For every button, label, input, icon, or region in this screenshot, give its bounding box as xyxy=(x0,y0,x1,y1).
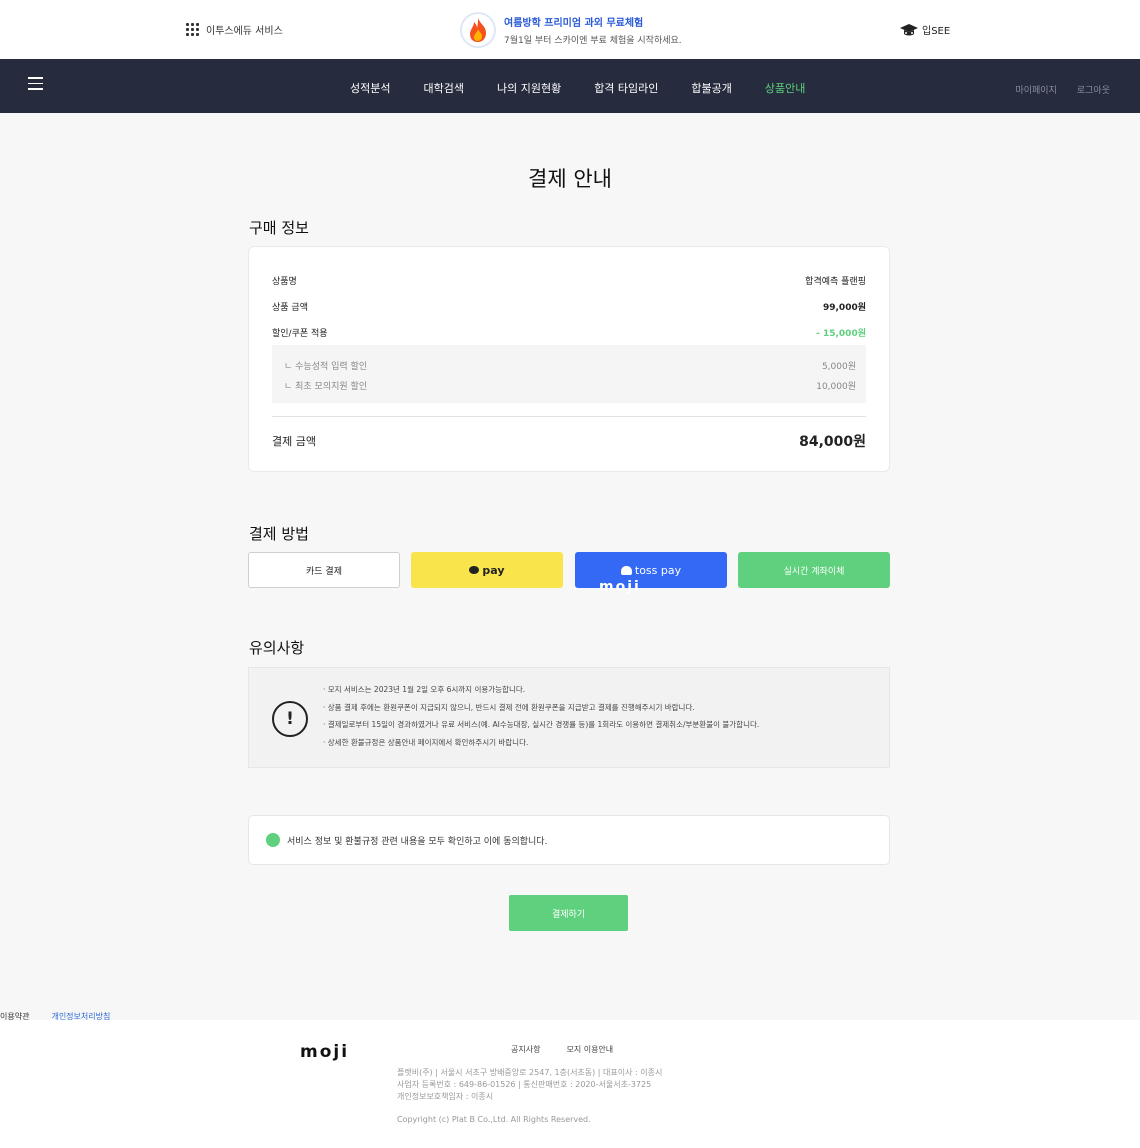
total-row: 결제 금액 84,000원 xyxy=(272,431,866,451)
grid-icon xyxy=(186,23,199,36)
product-value: 합격예측 플랜핑 xyxy=(805,277,866,287)
discount-item-value: 5,000원 xyxy=(821,362,856,372)
purchase-section-title: 구매 정보 xyxy=(249,219,309,237)
company-info-line: 사업자 등록번호 : 649-86-01526 | 통신판매번호 : 2020-… xyxy=(397,1080,652,1089)
nav-menu: 성적분석 대학검색 나의 지원현황 합격 타임라인 합불공개 상품안내 xyxy=(350,80,838,96)
footer-logo: moji xyxy=(300,1042,349,1062)
discount-value: - 15,000원 xyxy=(816,329,866,339)
discount-item-value: 10,000원 xyxy=(816,382,856,392)
price-value: 99,000원 xyxy=(822,303,866,313)
hamburger-menu-icon[interactable] xyxy=(28,77,43,90)
toss-pay-label: toss pay xyxy=(634,563,682,577)
payment-section-title: 결제 방법 xyxy=(249,525,309,543)
discount-item-label: ㄴ 수능성적 입력 할인 xyxy=(284,362,368,372)
brand-link[interactable]: 입SEE xyxy=(900,22,950,37)
discount-item: ㄴ 최초 모의지원 할인 10,000원 xyxy=(284,379,856,392)
nav-item-university-search[interactable]: 대학검색 xyxy=(423,80,463,96)
nav-item-products[interactable]: 상품안내 xyxy=(765,80,805,96)
discount-breakdown: ㄴ 수능성적 입력 할인 5,000원 ㄴ 최초 모의지원 할인 10,000원 xyxy=(272,345,866,403)
toss-logo-icon xyxy=(620,565,632,575)
notice-item: · 상세한 환불규정은 상품안내 페이지에서 확인하주시기 바랍니다. xyxy=(323,737,529,747)
fire-icon xyxy=(460,12,496,48)
price-label: 상품 금액 xyxy=(272,303,308,313)
footer-links: 공지사항 모지 이용안내 xyxy=(511,1044,613,1055)
notice-item: · 결제일로부터 15일이 경과하였거나 유료 서비스(예. AI수능대장, 실… xyxy=(323,720,760,729)
total-label: 결제 금액 xyxy=(272,435,316,448)
edu-service-label: 이투스에듀 서비스 xyxy=(206,26,283,37)
price-row: 상품 금액 99,000원 xyxy=(272,300,866,313)
toss-pay-button[interactable]: toss pay moji xyxy=(575,552,727,595)
nav-item-my-applications[interactable]: 나의 지원현황 xyxy=(497,80,561,96)
mypage-link[interactable]: 마이페이지 xyxy=(1015,83,1056,96)
guide-link[interactable]: 모지 이용안내 xyxy=(566,1044,613,1055)
nav-item-score-analysis[interactable]: 성적분석 xyxy=(350,80,390,96)
discount-label: 할인/쿠폰 적용 xyxy=(272,329,328,339)
purchase-card: 상품명 합격예측 플랜핑 상품 금액 99,000원 할인/쿠폰 적용 - 15… xyxy=(248,246,890,472)
notice-box: ! · 모지 서비스는 2023년 1월 2일 오후 6시까지 이용가능합니다.… xyxy=(248,667,890,768)
company-info: 플랫비(주) | 서울시 서초구 방배중앙로 2547, 1층(서초동) | 대… xyxy=(397,1067,662,1103)
pay-button[interactable]: 결제하기 xyxy=(509,895,628,931)
edu-service-link[interactable]: 이투스에듀 서비스 xyxy=(186,22,283,37)
nav-item-admission-timeline[interactable]: 합격 타임라인 xyxy=(594,80,658,96)
page-title: 결제 안내 xyxy=(528,167,612,191)
company-info-line: 개인정보보호책임자 : 이종시 xyxy=(397,1092,494,1101)
notice-item: · 모지 서비스는 2023년 1월 2일 오후 6시까지 이용가능합니다. xyxy=(323,685,526,694)
promo-title: 여름방학 프리미엄 과외 무료체험 xyxy=(504,18,644,29)
promo-subtitle: 7월1일 부터 스카이엔 부료 체험을 시작하세요. xyxy=(504,36,682,46)
footer-logo-text: moji xyxy=(300,1042,350,1062)
kakao-pay-label: pay xyxy=(482,563,505,577)
total-value: 84,000원 xyxy=(799,434,866,450)
agreement-box[interactable]: 서비스 정보 및 환불규정 관련 내용을 모두 확인하고 이에 동의합니다. xyxy=(248,815,890,865)
agree-checkbox[interactable] xyxy=(266,833,280,847)
company-info-line: 플랫비(주) | 서울시 서초구 방배중앙로 2547, 1층(서초동) | 대… xyxy=(397,1068,663,1077)
discount-item: ㄴ 수능성적 입력 할인 5,000원 xyxy=(284,359,856,372)
notice-item: · 상품 결제 후에는 환원쿠폰이 지급되지 않으니, 반드시 결제 전에 환원… xyxy=(323,702,695,712)
graduation-cap-icon xyxy=(900,23,918,35)
top-bar: 이투스에듀 서비스 여름방학 프리미엄 과외 무료체험 7월1일 부터 스카이엔… xyxy=(0,0,1140,59)
notice-section-title: 유의사항 xyxy=(249,639,305,657)
nav-user-links: 마이페이지 로그아웃 xyxy=(995,83,1110,96)
divider xyxy=(272,416,866,417)
speech-bubble-icon xyxy=(469,566,480,574)
notice-list: · 모지 서비스는 2023년 1월 2일 오후 6시까지 이용가능합니다. ·… xyxy=(323,684,759,754)
agreement-text: 서비스 정보 및 환불규정 관련 내용을 모두 확인하고 이에 동의합니다. xyxy=(287,836,548,847)
notice-link[interactable]: 공지사항 xyxy=(511,1044,540,1055)
bank-transfer-button[interactable]: 실시간 계좌이체 xyxy=(738,552,890,588)
card-payment-button[interactable]: 카드 결제 xyxy=(248,552,400,588)
exclamation-icon: ! xyxy=(272,701,308,737)
promo-banner[interactable]: 여름방학 프리미엄 과외 무료체험 7월1일 부터 스카이엔 부료 체험을 시작… xyxy=(460,12,682,48)
logout-link[interactable]: 로그아웃 xyxy=(1077,83,1110,96)
kakao-pay-button[interactable]: pay xyxy=(411,552,563,588)
product-row: 상품명 합격예측 플랜핑 xyxy=(272,274,866,287)
discount-row: 할인/쿠폰 적용 - 15,000원 xyxy=(272,326,866,339)
discount-item-label: ㄴ 최초 모의지원 할인 xyxy=(284,382,368,392)
copyright: Copyright (c) Plat B Co.,Ltd. All Rights… xyxy=(397,1115,591,1124)
product-label: 상품명 xyxy=(272,277,297,287)
footer: moji 공지사항 모지 이용안내 플랫비(주) | 서울시 서초구 방배중앙로… xyxy=(0,1020,1140,1148)
brand-label: 입SEE xyxy=(922,26,951,37)
main-nav: 성적분석 대학검색 나의 지원현황 합격 타임라인 합불공개 상품안내 마이페이… xyxy=(0,59,1140,113)
moji-overlay-logo: moji xyxy=(599,579,641,595)
nav-item-results[interactable]: 합불공개 xyxy=(691,80,731,96)
